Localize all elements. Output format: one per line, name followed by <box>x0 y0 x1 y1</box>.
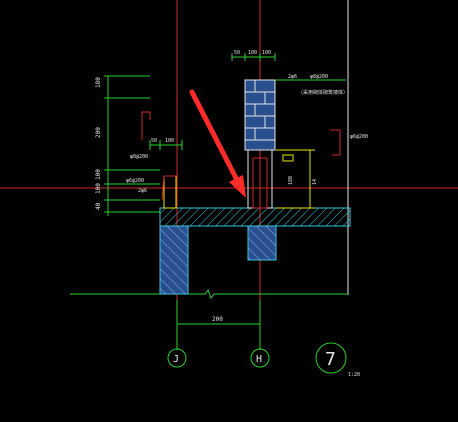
slab-top <box>159 207 351 227</box>
right-small-label-1: 180 <box>288 176 294 185</box>
bottom-dimension <box>176 300 261 330</box>
left-rebar-label-1: φ8@200 <box>130 154 148 160</box>
right-note: （采用砌体砌筑墙体） <box>298 89 348 96</box>
right-top-dim-50: 50 <box>234 50 240 56</box>
left-rebar-mark <box>141 111 151 140</box>
left-dim-3: 100 <box>95 169 102 180</box>
axis-label-h: H <box>256 354 262 365</box>
left-column-hatch <box>160 226 188 294</box>
left-parapet <box>163 175 177 209</box>
yellow-marker-box <box>282 154 294 162</box>
left-dim-4: 100 <box>95 183 102 194</box>
right-column-hatch <box>248 226 276 260</box>
ground-line <box>70 288 348 300</box>
cad-drawing: 180 200 100 100 40 50 100 φ8@200 φ6@200 … <box>0 0 458 378</box>
right-small-label-2: 14 <box>312 179 318 185</box>
left-dim-1: 180 <box>95 77 102 88</box>
red-arrow-icon <box>189 89 246 198</box>
right-rebar-mark <box>330 129 341 156</box>
left-dimension-lines <box>104 75 160 216</box>
bottom-dim-label: 200 <box>212 316 223 323</box>
left-dim-5: 40 <box>95 202 102 210</box>
masonry-wall <box>244 79 276 151</box>
right-rebar-label-2: 2φ6 <box>288 74 297 80</box>
axis-label-j: J <box>173 354 179 365</box>
left-rebar-label-3: 2φ6 <box>138 188 147 194</box>
right-top-dim-100a: 100 <box>248 50 257 56</box>
right-top-dim-100b: 100 <box>262 50 271 56</box>
right-rebar-label-1: φ8@200 <box>310 74 328 80</box>
section-scale: 1:20 <box>348 372 360 378</box>
section-number: 7 <box>325 349 336 370</box>
left-dim-2: 200 <box>95 127 102 138</box>
left-top-dim-50: 50 <box>151 138 157 144</box>
right-rebar-label-3: φ6@200 <box>350 134 368 140</box>
left-top-dim-100: 100 <box>165 138 174 144</box>
left-rebar-label-2: φ6@200 <box>126 178 144 184</box>
